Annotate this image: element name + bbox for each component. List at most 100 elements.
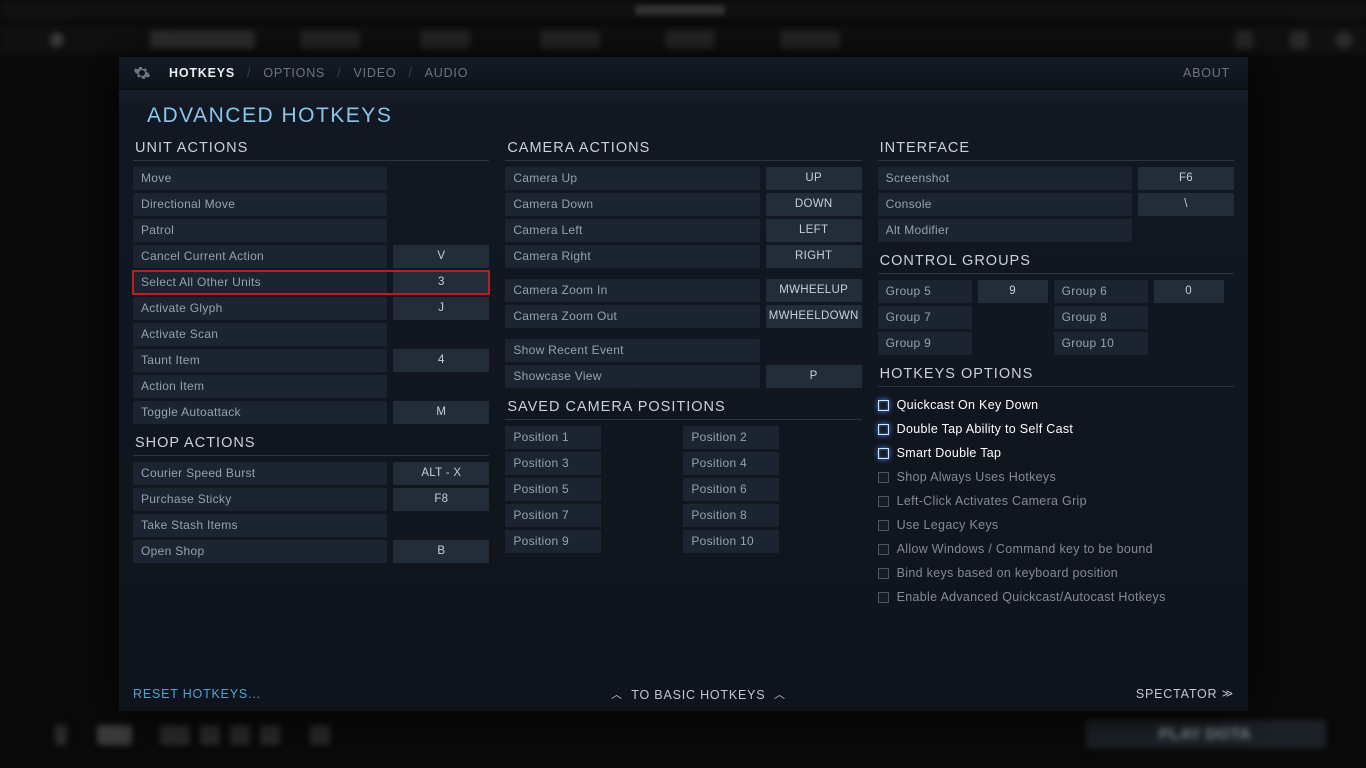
hotkey-bind[interactable]: UP [766,167,862,190]
spectator-label: SPECTATOR [1136,687,1218,701]
hotkey-label: Position 6 [683,478,779,501]
checkbox-icon [878,568,889,579]
hotkey-row: Open Shop B [133,540,489,563]
hotkey-pair-row: Group 9Group 10 [878,332,1234,355]
hotkey-label: Directional Move [133,193,387,216]
tab-about[interactable]: ABOUT [1183,66,1230,80]
checkbox-icon [878,592,889,603]
hotkey-row: Toggle Autoattack M [133,401,489,424]
hotkey-option[interactable]: Quickcast On Key Down [878,393,1234,417]
hotkey-label: Group 8 [1054,306,1148,329]
hotkey-bind[interactable]: 0 [1154,280,1224,303]
hotkey-bind[interactable]: M [393,401,489,424]
hotkey-label: Position 7 [505,504,601,527]
hotkey-label: Take Stash Items [133,514,387,537]
hotkey-label: Activate Scan [133,323,387,346]
tab-options[interactable]: OPTIONS [263,66,325,80]
hotkey-label: Group 10 [1054,332,1148,355]
hotkey-label: Position 10 [683,530,779,553]
settings-tabbar: HOTKEYS/ OPTIONS/ VIDEO/ AUDIO ABOUT [119,57,1248,90]
hotkey-row: Show Recent Event [505,339,861,362]
hotkey-option[interactable]: Use Legacy Keys [878,513,1234,537]
hotkey-pair-row: Group 7 Group 8 [878,306,1234,329]
hotkey-bind[interactable]: 9 [978,280,1048,303]
hotkey-label: Position 3 [505,452,601,475]
hotkey-bind[interactable]: \ [1138,193,1234,216]
hotkey-option[interactable]: Left-Click Activates Camera Grip [878,489,1234,513]
panel-footer: RESET HOTKEYS... ︿ TO BASIC HOTKEYS ︿ SP… [119,677,1248,711]
hotkey-bind[interactable]: DOWN [766,193,862,216]
hotkey-bind[interactable]: J [393,297,489,320]
hotkey-label: Action Item [133,375,387,398]
option-label: Smart Double Tap [897,446,1002,460]
hotkey-label: Cancel Current Action [133,245,387,268]
tab-video[interactable]: VIDEO [353,66,396,80]
hotkey-label: Camera Zoom Out [505,305,759,328]
hotkey-label: Taunt Item [133,349,387,372]
hotkey-row: Camera LeftLEFT [505,219,861,242]
hotkey-bind[interactable]: MWHEELUP [766,279,862,302]
checkbox-icon [878,472,889,483]
checkbox-icon [878,520,889,531]
to-basic-label: TO BASIC HOTKEYS [631,688,765,702]
col-left: UNIT ACTIONS MoveDirectional MovePatrolC… [133,132,489,609]
hotkey-option[interactable]: Enable Advanced Quickcast/Autocast Hotke… [878,585,1234,609]
tab-audio[interactable]: AUDIO [425,66,469,80]
hotkey-bind[interactable]: P [766,365,862,388]
hotkey-option[interactable]: Smart Double Tap [878,441,1234,465]
hotkey-bind[interactable]: MWHEELDOWN [766,305,862,328]
hotkey-row: Select All Other Units3 [133,271,489,294]
hotkey-bind[interactable]: 4 [393,349,489,372]
tab-hotkeys[interactable]: HOTKEYS [169,66,235,80]
hotkey-label: Console [878,193,1132,216]
hotkey-label: Camera Zoom In [505,279,759,302]
section-saved-camera: SAVED CAMERA POSITIONS [505,391,861,420]
hotkey-label: Open Shop [133,540,387,563]
hotkey-bind[interactable]: LEFT [766,219,862,242]
spectator-button[interactable]: SPECTATOR ≫ [1136,687,1234,701]
hotkey-bind[interactable]: F6 [1138,167,1234,190]
hotkey-label: Camera Up [505,167,759,190]
hotkey-bind[interactable]: B [393,540,489,563]
page-title: ADVANCED HOTKEYS [119,90,1248,132]
col-mid: CAMERA ACTIONS Camera UpUPCamera DownDOW… [505,132,861,609]
hotkey-row: Camera Zoom Out MWHEELDOWN [505,305,861,328]
hotkey-row: Activate Glyph J [133,297,489,320]
option-label: Allow Windows / Command key to be bound [897,542,1153,556]
gear-icon[interactable] [133,64,151,82]
hotkey-label: Purchase Sticky [133,488,387,511]
option-label: Shop Always Uses Hotkeys [897,470,1056,484]
hotkey-bind[interactable]: ALT - X [393,462,489,485]
section-hotkeys-options: HOTKEYS OPTIONS [878,358,1234,387]
hotkey-bind[interactable]: 3 [393,271,489,294]
hotkey-label: Alt Modifier [878,219,1132,242]
hotkey-pair-row: Position 9Position 10 [505,530,861,553]
hotkey-option[interactable]: Double Tap Ability to Self Cast [878,417,1234,441]
hotkey-bind[interactable]: F8 [393,488,489,511]
hotkey-row: Move [133,167,489,190]
hotkey-option[interactable]: Shop Always Uses Hotkeys [878,465,1234,489]
hotkey-label: Group 7 [878,306,972,329]
hotkey-option[interactable]: Bind keys based on keyboard position [878,561,1234,585]
hotkey-bind[interactable]: V [393,245,489,268]
hotkey-row: Activate Scan [133,323,489,346]
hotkey-label: Activate Glyph [133,297,387,320]
checkbox-icon [878,544,889,555]
hotkey-row: Patrol [133,219,489,242]
reset-hotkeys-button[interactable]: RESET HOTKEYS... [133,687,261,701]
hotkey-label: Position 8 [683,504,779,527]
hotkey-row: Taunt Item 4 [133,349,489,372]
hotkey-option[interactable]: Allow Windows / Command key to be bound [878,537,1234,561]
hotkey-label: Screenshot [878,167,1132,190]
to-basic-hotkeys-button[interactable]: ︿ TO BASIC HOTKEYS ︿ [261,686,1136,702]
hotkey-bind[interactable]: RIGHT [766,245,862,268]
hotkey-label: Toggle Autoattack [133,401,387,424]
hotkey-label: Patrol [133,219,387,242]
hotkey-label: Group 5 [878,280,972,303]
settings-panel: HOTKEYS/ OPTIONS/ VIDEO/ AUDIO ABOUT ADV… [119,57,1248,711]
hotkey-label: Courier Speed Burst [133,462,387,485]
background-nav [0,25,1366,55]
hotkey-row: Console \ [878,193,1234,216]
hotkey-row: Camera Up UP [505,167,861,190]
checkbox-icon [878,496,889,507]
